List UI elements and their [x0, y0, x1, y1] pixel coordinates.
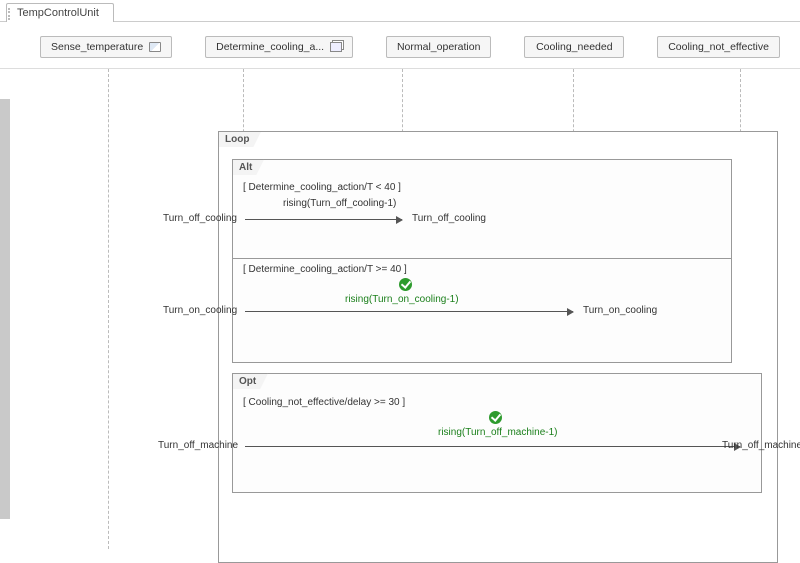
- left-gutter: [0, 99, 10, 519]
- lifeline-label: Determine_cooling_a...: [216, 41, 324, 53]
- message-receiver-label: Turn_off_machine: [722, 440, 800, 451]
- message-receiver-label: Turn_off_cooling: [412, 213, 486, 224]
- lifeline-label: Cooling_needed: [536, 41, 612, 53]
- lifeline-label: Sense_temperature: [51, 41, 143, 53]
- fragment-label-loop: Loop: [218, 131, 261, 147]
- tab-tempcontrolunit[interactable]: TempControlUnit: [6, 3, 114, 22]
- message-receiver-label: Turn_on_cooling: [583, 305, 657, 316]
- guard-condition: [ Determine_cooling_action/T < 40 ]: [243, 182, 401, 193]
- lifeline-cooling-needed[interactable]: Cooling_needed: [524, 36, 624, 58]
- lifeline-normal-operation[interactable]: Normal_operation: [386, 36, 491, 58]
- block-icon: [149, 42, 161, 52]
- guard-condition: [ Cooling_not_effective/delay >= 30 ]: [243, 397, 405, 408]
- tab-bar: TempControlUnit: [0, 0, 800, 22]
- lifeline-label: Normal_operation: [397, 41, 480, 53]
- lifeline-determine-cooling-action[interactable]: Determine_cooling_a...: [205, 36, 353, 58]
- stack-icon: [330, 42, 342, 52]
- lifeline-sense-temperature[interactable]: Sense_temperature: [40, 36, 172, 58]
- tab-drag-handle: [8, 8, 11, 20]
- message-sender-label: Turn_off_machine: [158, 440, 238, 451]
- message-trigger-label: rising(Turn_off_cooling-1): [283, 198, 396, 209]
- check-icon: [489, 411, 502, 424]
- fragment-label-alt: Alt: [232, 159, 264, 175]
- message-trigger-label-verified: rising(Turn_on_cooling-1): [345, 294, 459, 305]
- lifeline-label: Cooling_not_effective: [668, 41, 769, 53]
- message-arrow[interactable]: [245, 311, 573, 312]
- message-trigger-label-verified: rising(Turn_off_machine-1): [438, 427, 558, 438]
- message-arrow[interactable]: [245, 446, 740, 447]
- diagram-canvas[interactable]: Loop Alt Opt [ Determine_cooling_action/…: [0, 69, 800, 549]
- lifeline-dash: [108, 69, 109, 549]
- message-arrow[interactable]: [245, 219, 402, 220]
- fragment-label-opt: Opt: [232, 373, 268, 389]
- tab-title: TempControlUnit: [17, 7, 99, 19]
- alt-divider: [233, 258, 731, 259]
- check-icon: [399, 278, 412, 291]
- message-sender-label: Turn_on_cooling: [163, 305, 237, 316]
- lifeline-header-row: Sense_temperature Determine_cooling_a...…: [0, 22, 800, 69]
- lifeline-cooling-not-effective[interactable]: Cooling_not_effective: [657, 36, 780, 58]
- guard-condition: [ Determine_cooling_action/T >= 40 ]: [243, 264, 407, 275]
- message-sender-label: Turn_off_cooling: [163, 213, 237, 224]
